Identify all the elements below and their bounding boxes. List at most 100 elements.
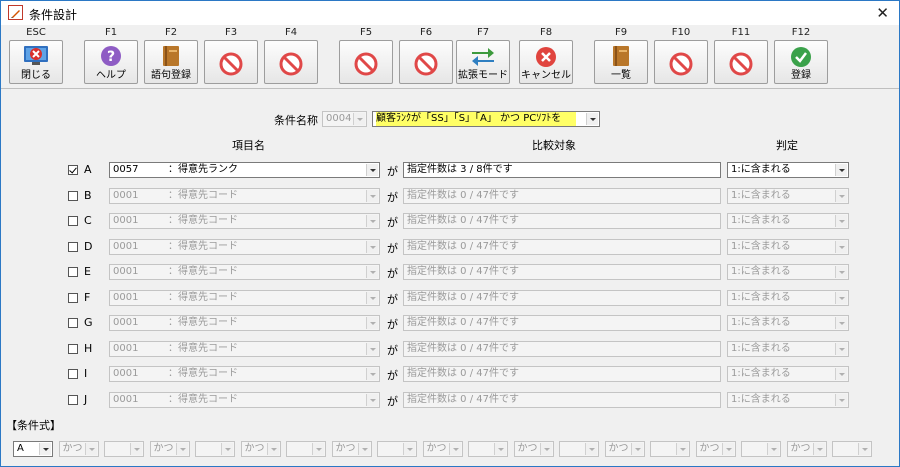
fkey-label-f4: F4: [284, 27, 298, 38]
toolbar-button-f11[interactable]: [714, 40, 768, 84]
expression-term-select[interactable]: [195, 441, 235, 457]
item-name: ：得意先コード: [168, 342, 238, 354]
row-enable-checkbox[interactable]: [68, 343, 78, 354]
item-code: 0001: [113, 291, 139, 303]
expression-term-select[interactable]: [741, 441, 781, 457]
expression-term-select[interactable]: [377, 441, 417, 457]
toolbar-button-f1[interactable]: ? ヘルプ: [84, 40, 138, 84]
toolbar-button-f4[interactable]: [264, 40, 318, 84]
toolbar-button-f7[interactable]: 拡張モード: [456, 40, 510, 84]
expression-operator-select[interactable]: かつ: [422, 441, 463, 457]
connector-text: が: [387, 190, 398, 204]
expression-operator-select[interactable]: かつ: [149, 441, 190, 457]
row-letter: B: [84, 188, 92, 202]
compare-target-field[interactable]: 指定件数は 0 / 47件です: [403, 238, 721, 255]
prohibited-icon: [219, 52, 243, 79]
judge-select[interactable]: 1:に含まれる: [727, 264, 849, 280]
toolbar-button-f5[interactable]: [339, 40, 393, 84]
row-enable-checkbox[interactable]: [68, 165, 78, 175]
chevron-down-icon: [676, 443, 688, 455]
expression-term-select[interactable]: [832, 441, 872, 457]
row-enable-checkbox[interactable]: [68, 190, 78, 201]
row-enable-checkbox[interactable]: [68, 216, 78, 226]
chevron-down-icon: [835, 291, 847, 304]
row-letter: I: [84, 367, 88, 380]
toolbar-button-f6[interactable]: [399, 40, 453, 84]
toolbar-button-f2[interactable]: 語句登録: [144, 40, 198, 84]
compare-target-field[interactable]: 指定件数は 0 / 47件です: [403, 264, 721, 280]
compare-target-field[interactable]: 指定件数は 0 / 47件です: [403, 366, 721, 382]
expression-term-select[interactable]: [650, 441, 690, 457]
expression-operator-select[interactable]: かつ: [695, 441, 736, 457]
row-enable-checkbox[interactable]: [68, 241, 78, 252]
expression-term-select[interactable]: [468, 441, 508, 457]
expression-term-select[interactable]: A: [13, 441, 53, 457]
expression-operator-select[interactable]: かつ: [58, 441, 99, 457]
item-name-select[interactable]: 0057 ：得意先ランク: [109, 162, 380, 178]
item-name-select[interactable]: 0001 ：得意先コード: [109, 187, 380, 204]
expression-term-select[interactable]: [286, 441, 326, 457]
item-name: ：得意先コード: [168, 317, 238, 328]
toolbar-button-esc[interactable]: 閉じる: [9, 40, 63, 84]
toolbar-button-f3[interactable]: [204, 40, 258, 84]
row-enable-checkbox[interactable]: [68, 318, 78, 328]
condition-name-label: 条件名称: [274, 114, 318, 127]
toolbar-button-f12[interactable]: 登録: [774, 40, 828, 84]
judge-select[interactable]: 1:に含まれる: [727, 366, 849, 382]
judge-select[interactable]: 1:に含まれる: [727, 289, 849, 306]
item-name-select[interactable]: 0001 ：得意先コード: [109, 340, 380, 357]
item-name-select[interactable]: 0001 ：得意先コード: [109, 264, 380, 280]
expression-term-select[interactable]: [559, 441, 599, 457]
row-enable-checkbox[interactable]: [68, 394, 78, 405]
expression-value: かつ: [153, 443, 174, 454]
compare-target-field[interactable]: 指定件数は 0 / 47件です: [403, 289, 721, 306]
chevron-down-icon: [812, 443, 825, 455]
toolbar-button-f8[interactable]: キャンセル: [519, 40, 573, 84]
expression-operator-select[interactable]: かつ: [513, 441, 554, 457]
compare-target-field[interactable]: 指定件数は 0 / 47件です: [403, 391, 721, 408]
row-enable-checkbox[interactable]: [68, 292, 78, 303]
expression-operator-select[interactable]: かつ: [786, 441, 827, 457]
prohibited-icon: [414, 52, 438, 79]
condition-number-select[interactable]: 0004: [322, 111, 367, 127]
compare-target-field[interactable]: 指定件数は 0 / 47件です: [403, 315, 721, 331]
fkey-label-f7: F7: [476, 27, 490, 38]
window-close-button[interactable]: ✕: [876, 4, 889, 22]
row-enable-checkbox[interactable]: [68, 267, 78, 277]
row-letter: F: [84, 290, 91, 304]
expression-term-select[interactable]: [104, 441, 144, 457]
expression-operator-select[interactable]: かつ: [240, 441, 281, 457]
judge-select[interactable]: 1:に含まれる: [727, 238, 849, 255]
item-name-select[interactable]: 0001 ：得意先コード: [109, 213, 380, 229]
item-name-select[interactable]: 0001 ：得意先コード: [109, 238, 380, 255]
fkey-label-esc: ESC: [26, 27, 46, 38]
judge-select[interactable]: 1:に含まれる: [727, 315, 849, 331]
condition-name-select[interactable]: 顧客ﾗﾝｸが「SS」「S」「A」 かつ PCｿﾌﾄを: [372, 111, 600, 127]
chevron-down-icon: [366, 215, 378, 227]
item-name-select[interactable]: 0001 ：得意先コード: [109, 289, 380, 306]
judge-select[interactable]: 1:に含まれる: [727, 213, 849, 229]
compare-target-field[interactable]: 指定件数は 0 / 47件です: [403, 213, 721, 229]
row-letter: G: [84, 316, 93, 329]
item-code: 0001: [113, 368, 139, 379]
expression-operator-select[interactable]: かつ: [604, 441, 645, 457]
expression-operator-select[interactable]: かつ: [331, 441, 372, 457]
connector-text: が: [387, 369, 398, 382]
item-name-select[interactable]: 0001 ：得意先コード: [109, 391, 380, 408]
toolbar-button-f9[interactable]: 一覧: [594, 40, 648, 84]
judge-select[interactable]: 1:に含まれる: [727, 162, 849, 178]
judge-select[interactable]: 1:に含まれる: [727, 187, 849, 204]
chevron-down-icon: [835, 215, 847, 227]
judge-select[interactable]: 1:に含まれる: [727, 340, 849, 357]
toolbar-button-f10[interactable]: [654, 40, 708, 84]
chevron-down-icon: [366, 266, 378, 278]
item-name-header: 項目名: [232, 139, 265, 152]
item-name-select[interactable]: 0001 ：得意先コード: [109, 315, 380, 331]
compare-target-field[interactable]: 指定件数は 0 / 47件です: [403, 340, 721, 357]
chevron-down-icon: [39, 443, 51, 455]
compare-target-field[interactable]: 指定件数は 0 / 47件です: [403, 187, 721, 204]
item-name-select[interactable]: 0001 ：得意先コード: [109, 366, 380, 382]
judge-select[interactable]: 1:に含まれる: [727, 391, 849, 408]
compare-target-field[interactable]: 指定件数は 3 / 8件です: [403, 162, 721, 178]
row-enable-checkbox[interactable]: [68, 369, 78, 379]
